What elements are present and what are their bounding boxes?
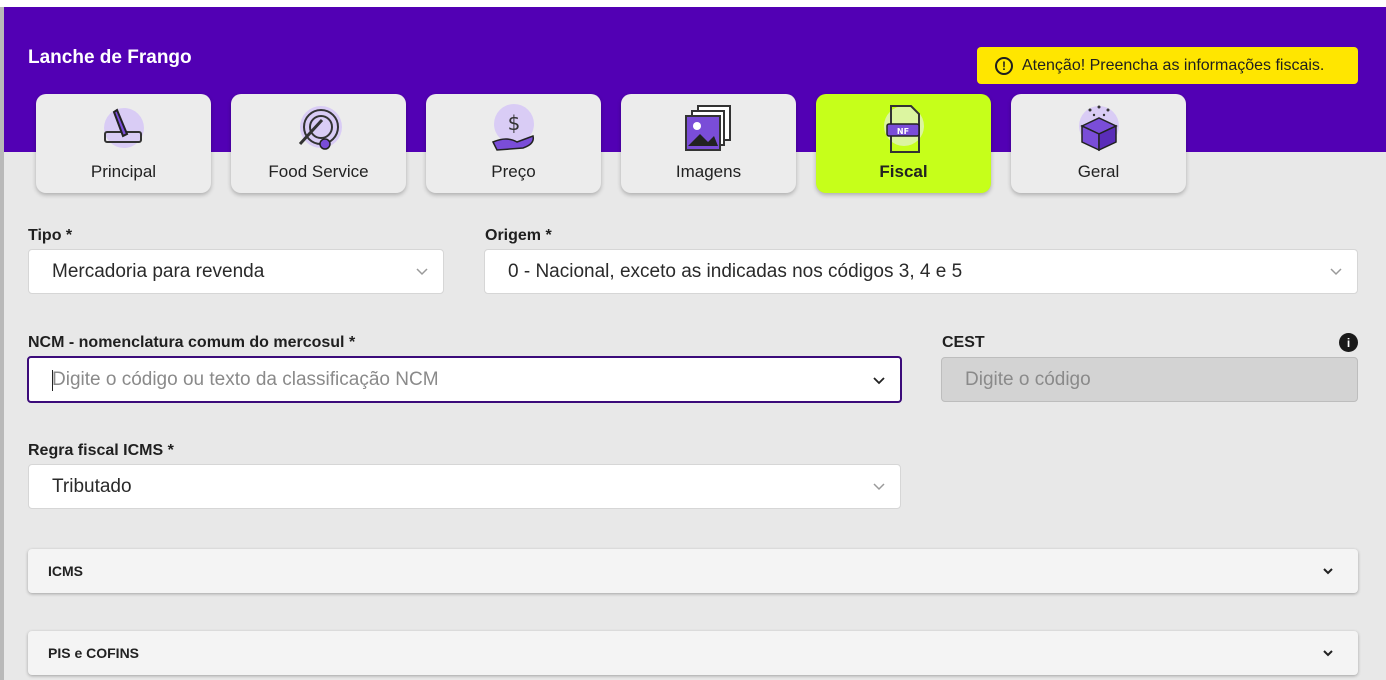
tab-label: Fiscal — [879, 162, 928, 181]
box-icon — [1078, 105, 1119, 152]
tipo-label: Tipo * — [28, 227, 73, 244]
tab-label: Geral — [1077, 162, 1120, 181]
tab-label: Principal — [90, 162, 157, 181]
accordion-icms[interactable]: ICMS — [28, 549, 1358, 593]
chevron-down-icon — [873, 377, 885, 385]
tab-label: Food Service — [268, 162, 369, 181]
tipo-value: Mercadoria para revenda — [52, 260, 265, 282]
ncm-input[interactable]: Digite o código ou texto da classificaçã… — [27, 356, 902, 403]
plate-cutlery-icon — [298, 106, 342, 150]
tab-fiscal[interactable]: NF Fiscal — [816, 94, 991, 193]
alert-text: Atenção! Preencha as informações fiscais… — [1022, 56, 1325, 74]
accordion-label: ICMS — [48, 563, 83, 579]
chevron-down-icon — [1323, 650, 1333, 657]
chevron-down-icon — [1323, 568, 1333, 575]
tab-label: Preço — [491, 162, 536, 181]
left-edge — [0, 7, 4, 680]
dollar-hand-icon: $ — [491, 104, 534, 151]
tab-geral[interactable]: Geral — [1011, 94, 1186, 193]
tab-imagens[interactable]: Imagens — [621, 94, 796, 193]
origem-label: Origem * — [485, 227, 552, 244]
svg-text:NF: NF — [896, 127, 908, 136]
chevron-down-icon — [1330, 268, 1342, 276]
tab-food-service[interactable]: Food Service — [231, 94, 406, 193]
regra-value: Tributado — [52, 475, 132, 497]
nf-document-icon: NF — [883, 105, 924, 153]
origem-select[interactable]: 0 - Nacional, exceto as indicadas nos có… — [484, 249, 1358, 294]
top-bar — [0, 0, 1386, 7]
accordion-pis-cofins[interactable]: PIS e COFINS — [28, 631, 1358, 675]
origem-value: 0 - Nacional, exceto as indicadas nos có… — [508, 260, 963, 282]
tab-label: Imagens — [675, 162, 742, 181]
product-title: Lanche de Frango — [28, 47, 192, 68]
ncm-placeholder: Digite o código ou texto da classificaçã… — [52, 368, 439, 390]
tab-preco[interactable]: $ Preço — [426, 94, 601, 193]
text-cursor — [52, 370, 53, 391]
fiscal-alert: ! Atenção! Preencha as informações fisca… — [977, 47, 1358, 84]
info-icon[interactable]: i — [1339, 333, 1358, 352]
tab-principal[interactable]: Principal — [36, 94, 211, 193]
cest-input: Digite o código — [941, 357, 1358, 402]
chevron-down-icon — [416, 268, 428, 276]
svg-text:$: $ — [507, 111, 520, 135]
ncm-label: NCM - nomenclatura comum do mercosul * — [28, 334, 356, 351]
tipo-select[interactable]: Mercadoria para revenda — [28, 249, 444, 294]
cest-label: CEST — [942, 334, 985, 351]
exclamation-circle-icon: ! — [995, 56, 1013, 75]
images-icon — [684, 105, 731, 151]
chevron-down-icon — [873, 483, 885, 491]
pencil-icon — [103, 108, 144, 148]
regra-label: Regra fiscal ICMS * — [28, 442, 174, 459]
accordion-label: PIS e COFINS — [48, 645, 140, 661]
regra-select[interactable]: Tributado — [28, 464, 901, 509]
cest-placeholder: Digite o código — [965, 368, 1091, 390]
